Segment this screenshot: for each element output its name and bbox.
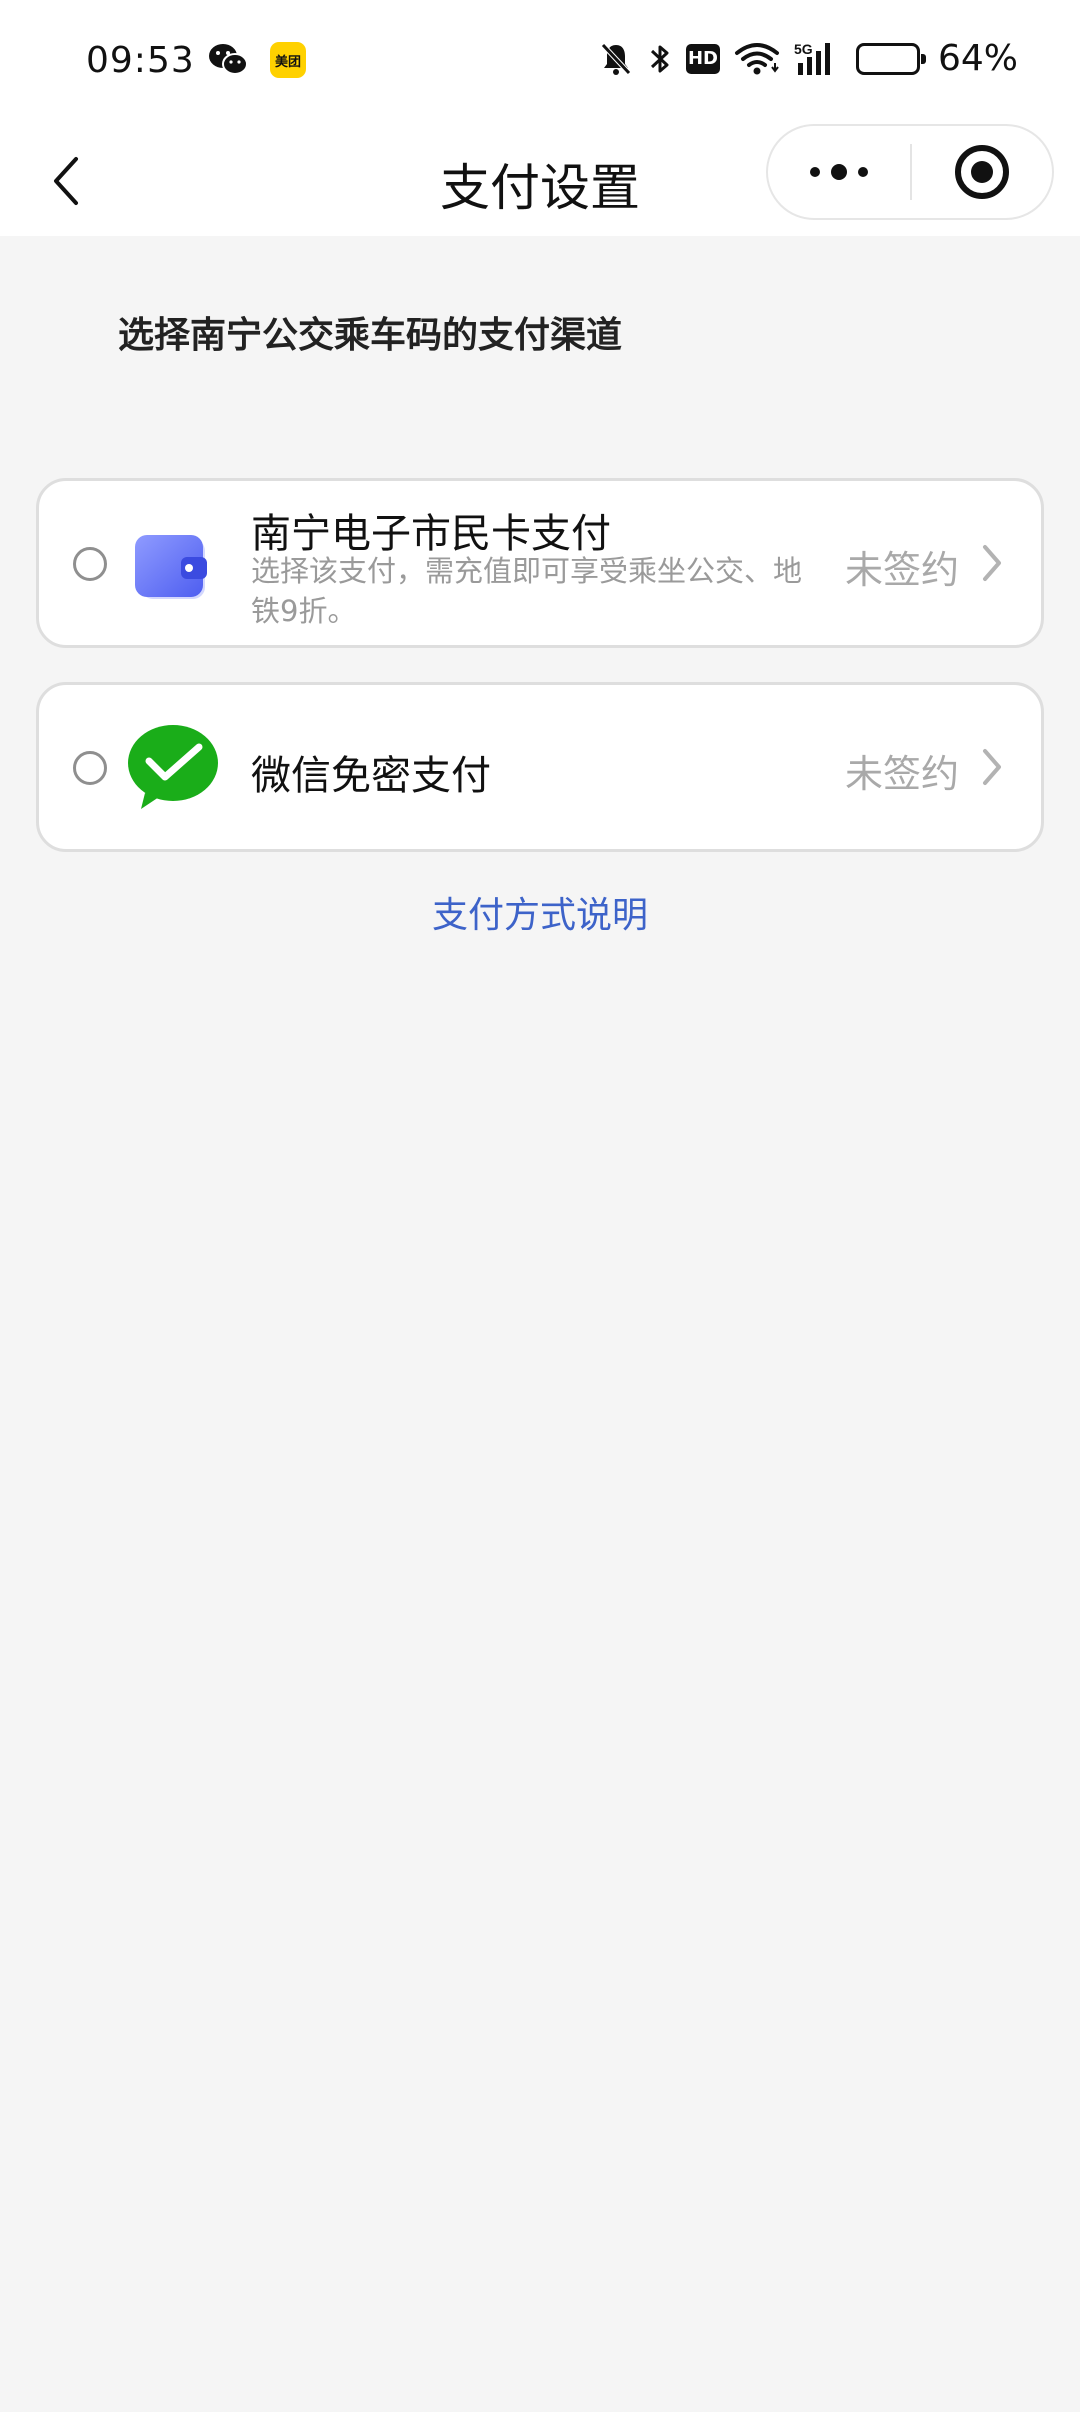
payment-option-wechat[interactable]: 微信免密支付 未签约 (36, 682, 1044, 852)
system-status-icons: HD 5G 64% (598, 38, 1018, 79)
mute-bell-icon (598, 41, 634, 77)
network-label: 5G (794, 41, 813, 57)
status-time: 09:53 (86, 40, 195, 81)
notification-icons: 美团 (208, 42, 306, 78)
nav-bar: 支付设置 (0, 124, 1080, 236)
close-mini-program-button[interactable] (912, 126, 1052, 218)
contract-status: 未签约 (844, 548, 959, 592)
battery-icon (855, 42, 926, 75)
option-name: 微信免密支付 (251, 753, 491, 799)
status-bar: 09:53 美团 HD 5G 64% (0, 0, 1080, 124)
wifi-icon (734, 41, 780, 77)
payment-option-citizen-card[interactable]: 南宁电子市民卡支付 选择该支付，需充值即可享受乘坐公交、地铁9折。 未签约 (36, 478, 1044, 648)
wechat-pay-icon (127, 723, 219, 815)
payment-method-help-link[interactable]: 支付方式说明 (0, 886, 1080, 938)
bluetooth-icon (648, 41, 672, 77)
more-dots-icon (810, 164, 868, 180)
chevron-right-icon (983, 749, 1001, 785)
chevron-right-icon (983, 545, 1001, 581)
more-button[interactable] (768, 126, 910, 218)
option-description: 选择该支付，需充值即可享受乘坐公交、地铁9折。 (251, 554, 803, 628)
radio-button[interactable] (73, 547, 107, 581)
wechat-icon (208, 42, 248, 78)
battery-percent: 64% (937, 38, 1018, 79)
meituan-icon: 美团 (270, 42, 306, 78)
radio-button[interactable] (73, 751, 107, 785)
top-bar: 09:53 美团 HD 5G 64% 支付设置 (0, 0, 1080, 236)
wallet-icon (127, 519, 219, 611)
section-title: 选择南宁公交乘车码的支付渠道 (118, 315, 623, 356)
signal-5g-icon: 5G (794, 41, 842, 77)
target-icon (955, 145, 1009, 199)
contract-status: 未签约 (844, 752, 959, 796)
hd-icon: HD (685, 43, 720, 74)
mini-program-capsule (766, 124, 1054, 220)
